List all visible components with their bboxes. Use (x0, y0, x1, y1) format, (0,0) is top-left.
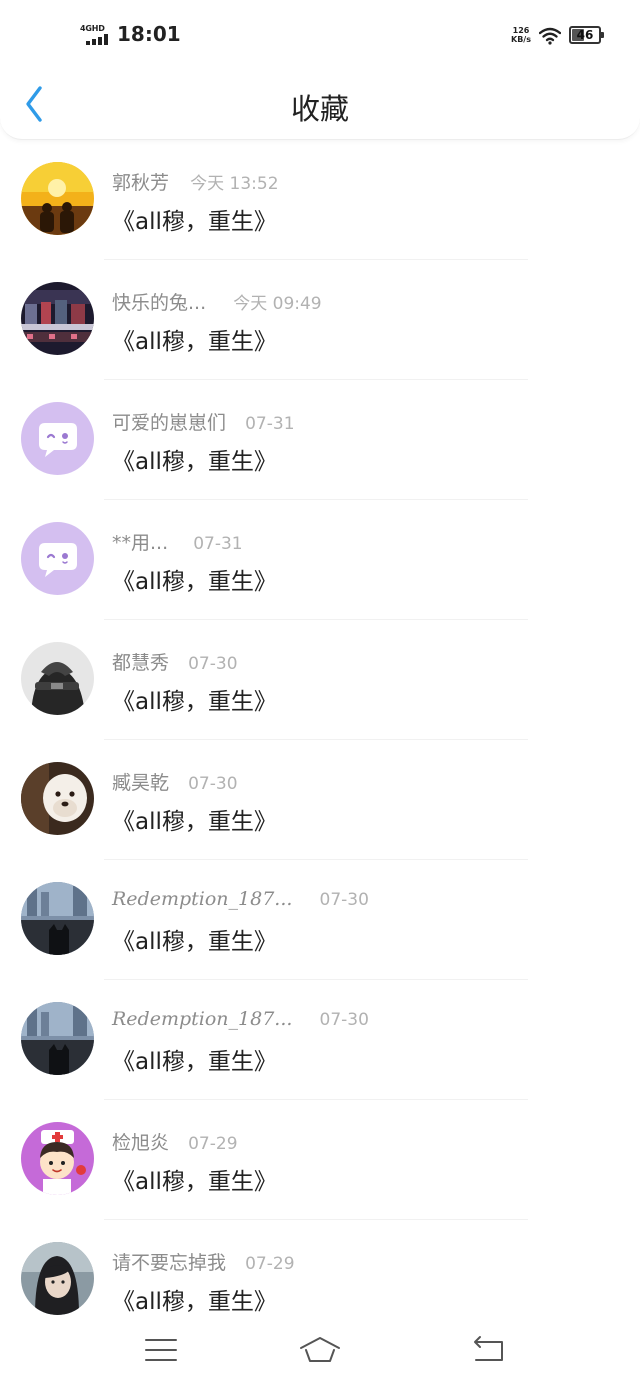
avatar[interactable] (21, 1242, 94, 1315)
favorite-item[interactable]: **用... 07-31 《all穆，重生》 (0, 500, 640, 620)
favorite-content: 《all穆，重生》 (112, 929, 277, 955)
avatar[interactable] (21, 1002, 94, 1075)
network-speed: 126 KB/s (508, 26, 534, 44)
avatar[interactable] (21, 522, 94, 595)
favorite-item[interactable]: 快乐的兔... 今天 09:49 《all穆，重生》 (0, 260, 640, 380)
chat-bubble-icon (21, 522, 94, 595)
avatar[interactable] (21, 762, 94, 835)
wifi-icon (539, 27, 561, 45)
favorite-time: 07-31 (245, 414, 295, 434)
return-icon (474, 1336, 503, 1361)
avatar[interactable] (21, 162, 94, 235)
favorite-author: 可爱的崽崽们 (112, 412, 227, 434)
favorite-author: Redemption_187... (112, 1008, 293, 1030)
chat-bubble-icon (21, 402, 94, 475)
network-speed-unit: KB/s (511, 35, 531, 44)
network-speed-value: 126 (512, 26, 530, 35)
favorite-time: 07-30 (188, 654, 238, 674)
favorite-content: 《all穆，重生》 (112, 209, 277, 235)
battery-level: 46 (576, 28, 594, 42)
nav-bar: 收藏 (0, 72, 640, 138)
avatar[interactable] (21, 402, 94, 475)
favorite-time: 07-29 (245, 1254, 295, 1274)
favorite-author: 郭秋芳 (112, 172, 170, 194)
cellular-signal-icon: 4GHD (80, 24, 110, 46)
favorite-item[interactable]: 都慧秀 07-30 《all穆，重生》 (0, 620, 640, 740)
favorite-author: **用... (112, 532, 169, 554)
favorite-content: 《all穆，重生》 (112, 1289, 277, 1315)
favorite-content: 《all穆，重生》 (112, 689, 277, 715)
favorite-content: 《all穆，重生》 (112, 1049, 277, 1075)
favorite-content: 《all穆，重生》 (112, 449, 277, 475)
favorite-item[interactable]: 检旭炎 07-29 《all穆，重生》 (0, 1100, 640, 1220)
home-icon (300, 1337, 340, 1362)
status-bar: 4GHD 18:01 126 KB/s 46 (0, 0, 640, 68)
home-button[interactable] (298, 1332, 342, 1368)
favorite-item[interactable]: 可爱的崽崽们 07-31 《all穆，重生》 (0, 380, 640, 500)
favorite-content: 《all穆，重生》 (112, 1169, 277, 1195)
avatar[interactable] (21, 642, 94, 715)
favorite-author: 臧昊乾 (112, 772, 170, 794)
favorite-time: 07-29 (188, 1134, 238, 1154)
avatar[interactable] (21, 882, 94, 955)
page-title: 收藏 (290, 92, 349, 126)
favorite-content: 《all穆，重生》 (112, 569, 277, 595)
favorite-author: 快乐的兔... (112, 292, 207, 314)
favorite-author: 都慧秀 (112, 652, 170, 674)
status-time: 18:01 (117, 22, 181, 46)
favorite-content: 《all穆，重生》 (112, 809, 277, 835)
favorite-time: 07-30 (188, 774, 238, 794)
favorite-time: 今天 13:52 (190, 174, 279, 194)
favorite-time: 今天 09:49 (233, 294, 322, 314)
favorites-list: 郭秋芳 今天 13:52 《all穆，重生》 快乐的兔... 今天 09:49 … (0, 140, 640, 1340)
system-navigation-bar (0, 1318, 640, 1387)
return-button[interactable] (466, 1332, 510, 1368)
favorite-time: 07-30 (319, 1010, 369, 1030)
favorite-author: Redemption_187... (112, 888, 293, 910)
favorite-item[interactable]: 臧昊乾 07-30 《all穆，重生》 (0, 740, 640, 860)
menu-icon (145, 1339, 177, 1361)
favorite-item[interactable]: Redemption_187... 07-30 《all穆，重生》 (0, 980, 640, 1100)
battery-icon: 46 (569, 26, 604, 44)
favorite-item[interactable]: 郭秋芳 今天 13:52 《all穆，重生》 (0, 140, 640, 260)
favorite-content: 《all穆，重生》 (112, 329, 277, 355)
menu-button[interactable] (139, 1332, 183, 1368)
favorite-author: 请不要忘掉我 (112, 1252, 227, 1274)
favorite-time: 07-31 (193, 534, 243, 554)
avatar[interactable] (21, 1122, 94, 1195)
favorite-author: 检旭炎 (112, 1132, 170, 1154)
avatar[interactable] (21, 282, 94, 355)
network-type: 4GHD (80, 24, 105, 33)
favorite-time: 07-30 (319, 890, 369, 910)
top-bar: 4GHD 18:01 126 KB/s 46 收藏 (0, 0, 640, 140)
favorite-item[interactable]: Redemption_187... 07-30 《all穆，重生》 (0, 860, 640, 980)
